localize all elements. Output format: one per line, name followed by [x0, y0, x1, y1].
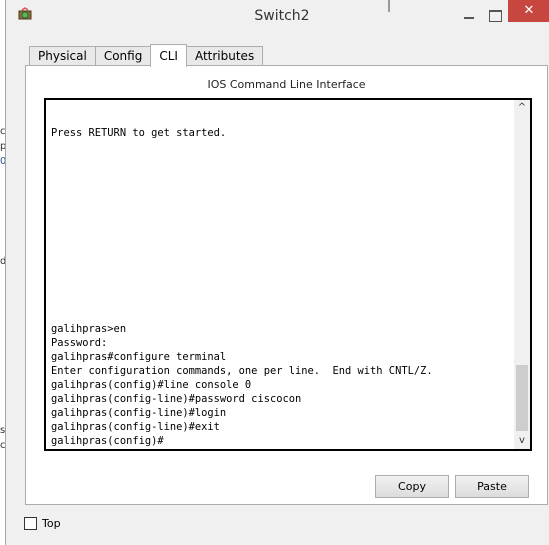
terminal-line: galihpras(config-line)#exit	[51, 421, 220, 433]
terminal-prompt: galihpras(config)#	[51, 435, 164, 447]
tab-bar: Physical Config CLI Attributes	[29, 44, 264, 67]
copy-button[interactable]: Copy	[375, 475, 449, 498]
terminal-line: Press RETURN to get started.	[51, 127, 227, 139]
cli-panel: IOS Command Line Interface Press RETURN …	[25, 65, 548, 505]
switch-window: Switch2 ✕ Physical Config CLI Attributes…	[5, 0, 549, 545]
terminal-line: galihpras#configure terminal	[51, 351, 227, 363]
scroll-thumb[interactable]	[516, 365, 528, 431]
top-option[interactable]: Top	[24, 517, 61, 530]
tab-physical[interactable]: Physical	[29, 46, 96, 66]
title-separator	[388, 0, 390, 12]
tab-config[interactable]: Config	[94, 46, 152, 66]
terminal-output[interactable]: Press RETURN to get started. galihpras>e…	[51, 100, 513, 447]
scroll-up-icon[interactable]: ^	[514, 100, 530, 116]
top-checkbox[interactable]	[24, 517, 37, 530]
minimize-icon[interactable]	[458, 5, 482, 25]
top-checkbox-label: Top	[42, 517, 61, 530]
paste-button[interactable]: Paste	[455, 475, 529, 498]
terminal-line: galihpras>en	[51, 323, 127, 335]
close-icon[interactable]: ✕	[508, 0, 549, 22]
maximize-icon[interactable]	[483, 5, 507, 25]
title-bar[interactable]: Switch2 ✕	[6, 0, 549, 34]
terminal-line: Password:	[51, 337, 108, 349]
terminal-line: galihpras(config-line)#login	[51, 407, 227, 419]
terminal-line: galihpras(config)#line console 0	[51, 379, 252, 391]
cli-terminal[interactable]: Press RETURN to get started. galihpras>e…	[44, 98, 532, 451]
terminal-scrollbar[interactable]: ^ v	[514, 100, 530, 449]
terminal-line: Enter configuration commands, one per li…	[51, 365, 433, 377]
cli-heading: IOS Command Line Interface	[207, 78, 366, 91]
client-area: Physical Config CLI Attributes IOS Comma…	[19, 44, 549, 545]
tab-cli[interactable]: CLI	[150, 44, 187, 67]
tab-attributes[interactable]: Attributes	[185, 46, 264, 66]
scroll-down-icon[interactable]: v	[514, 433, 530, 449]
terminal-line: galihpras(config-line)#password ciscocon	[51, 393, 302, 405]
